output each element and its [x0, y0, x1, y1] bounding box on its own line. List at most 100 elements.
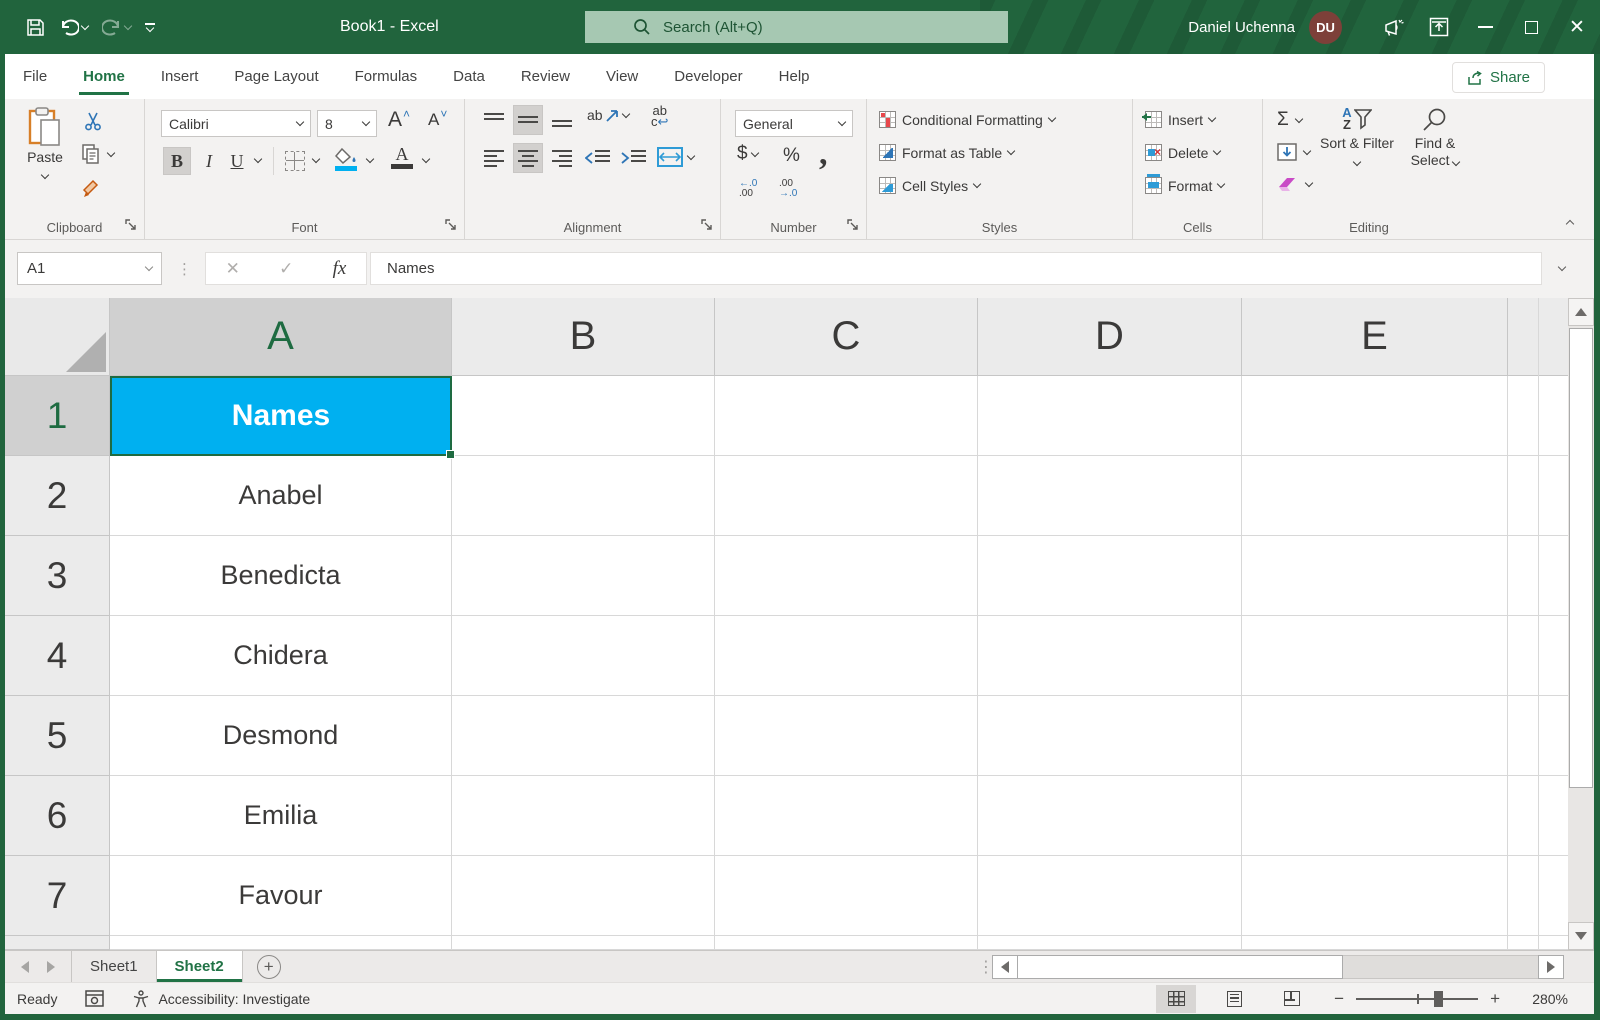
format-cells-button[interactable]: Format: [1145, 177, 1224, 194]
cell-d6[interactable]: [978, 776, 1242, 856]
row-header-7[interactable]: 7: [5, 856, 110, 936]
row-header-8-partial[interactable]: [5, 936, 110, 950]
row-header-1[interactable]: 1: [5, 376, 110, 456]
increase-font-size-button[interactable]: A˄: [388, 108, 410, 132]
increase-decimal-button[interactable]: ←.0 .00: [739, 179, 757, 199]
cell-a5[interactable]: Desmond: [110, 696, 452, 776]
cell-e1[interactable]: [1242, 376, 1508, 456]
column-header-a[interactable]: A: [110, 298, 452, 376]
cell-d3[interactable]: [978, 536, 1242, 616]
cell-b8-partial[interactable]: [452, 936, 715, 950]
feedback-button[interactable]: [1370, 0, 1416, 54]
orientation-button[interactable]: ab: [587, 107, 629, 123]
collapse-ribbon-button[interactable]: [1566, 220, 1574, 228]
cell-b7[interactable]: [452, 856, 715, 936]
fill-dropdown-icon[interactable]: [1303, 146, 1311, 154]
close-button[interactable]: ✕: [1554, 0, 1600, 54]
column-header-c[interactable]: C: [715, 298, 978, 376]
insert-function-button[interactable]: fx: [333, 258, 347, 280]
paste-button[interactable]: Paste: [19, 107, 71, 183]
cancel-button[interactable]: ✕: [226, 259, 240, 279]
scroll-up-button[interactable]: [1568, 298, 1594, 326]
decrease-decimal-button[interactable]: .00 →.0: [779, 179, 797, 199]
tab-insert[interactable]: Insert: [143, 54, 217, 99]
cell-d5[interactable]: [978, 696, 1242, 776]
formula-bar-expand-button[interactable]: [1541, 252, 1583, 285]
merge-center-dropdown-icon[interactable]: [687, 151, 695, 159]
autosum-dropdown-icon[interactable]: [1295, 114, 1303, 122]
zoom-in-button[interactable]: +: [1490, 989, 1500, 1009]
cell-e6[interactable]: [1242, 776, 1508, 856]
zoom-level[interactable]: 280%: [1522, 991, 1568, 1007]
cell-e4[interactable]: [1242, 616, 1508, 696]
cell-d2[interactable]: [978, 456, 1242, 536]
accessibility-status[interactable]: Accessibility: Investigate: [132, 990, 310, 1008]
cell-c4[interactable]: [715, 616, 978, 696]
cell-e8-partial[interactable]: [1242, 936, 1508, 950]
minimize-button[interactable]: [1462, 0, 1508, 54]
font-color-button[interactable]: A: [391, 145, 413, 169]
merge-center-button[interactable]: [657, 147, 694, 167]
font-size-select[interactable]: 8: [317, 110, 377, 137]
find-select-button[interactable]: Find & Select: [1399, 107, 1471, 169]
enter-button[interactable]: ✓: [279, 259, 293, 279]
cell-a6[interactable]: Emilia: [110, 776, 452, 856]
increase-indent-button[interactable]: [621, 149, 647, 167]
cell-a1-selected[interactable]: Names: [110, 376, 452, 456]
tab-developer[interactable]: Developer: [656, 54, 760, 99]
tab-review[interactable]: Review: [503, 54, 588, 99]
cell-e2[interactable]: [1242, 456, 1508, 536]
tab-file[interactable]: File: [5, 54, 65, 99]
center-button[interactable]: [513, 143, 543, 173]
tab-help[interactable]: Help: [761, 54, 828, 99]
decrease-indent-button[interactable]: [585, 149, 611, 167]
row-header-2[interactable]: 2: [5, 456, 110, 536]
view-normal-button[interactable]: [1156, 985, 1196, 1013]
conditional-formatting-button[interactable]: Conditional Formatting: [879, 111, 1055, 128]
row-header-6[interactable]: 6: [5, 776, 110, 856]
cell-d1[interactable]: [978, 376, 1242, 456]
align-left-button[interactable]: [483, 149, 505, 167]
underline-dropdown-icon[interactable]: [254, 155, 262, 163]
copy-dropdown-icon[interactable]: [107, 148, 115, 156]
avatar[interactable]: DU: [1309, 11, 1342, 44]
user-name[interactable]: Daniel Uchenna: [1188, 19, 1295, 36]
bottom-align-button[interactable]: [551, 111, 573, 129]
accounting-dropdown-icon[interactable]: [750, 148, 758, 156]
zoom-out-button[interactable]: −: [1334, 989, 1344, 1009]
cell-a4[interactable]: Chidera: [110, 616, 452, 696]
cell-b1[interactable]: [452, 376, 715, 456]
wrap-text-button[interactable]: ab c↩: [651, 105, 668, 127]
format-painter-button[interactable]: [81, 177, 103, 199]
clear-dropdown-icon[interactable]: [1305, 178, 1313, 186]
font-dialog-launcher[interactable]: [445, 219, 459, 233]
underline-button[interactable]: U: [225, 147, 249, 175]
cell-e5[interactable]: [1242, 696, 1508, 776]
cell-b6[interactable]: [452, 776, 715, 856]
cell-a2[interactable]: Anabel: [110, 456, 452, 536]
paste-dropdown-icon[interactable]: [41, 171, 49, 179]
horizontal-scrollbar[interactable]: [992, 955, 1564, 979]
cell-e3[interactable]: [1242, 536, 1508, 616]
sheet-tab-sheet2[interactable]: Sheet2: [157, 951, 243, 982]
sheet-tab-sheet1[interactable]: Sheet1: [72, 951, 157, 982]
decrease-font-size-button[interactable]: A˅: [428, 110, 447, 130]
scroll-down-button[interactable]: [1568, 922, 1594, 950]
comma-style-button[interactable]: ,: [819, 135, 828, 173]
redo-button[interactable]: [102, 18, 131, 36]
cell-e7[interactable]: [1242, 856, 1508, 936]
cell-b2[interactable]: [452, 456, 715, 536]
row-header-3[interactable]: 3: [5, 536, 110, 616]
customize-qat-button[interactable]: [145, 23, 155, 31]
tab-page-layout[interactable]: Page Layout: [216, 54, 336, 99]
column-header-d[interactable]: D: [978, 298, 1242, 376]
bold-button[interactable]: B: [163, 147, 191, 175]
redo-dropdown-icon[interactable]: [124, 21, 132, 29]
scroll-left-button[interactable]: [992, 955, 1018, 979]
next-sheet-button[interactable]: [47, 961, 55, 973]
cell-d8-partial[interactable]: [978, 936, 1242, 950]
cell-c8-partial[interactable]: [715, 936, 978, 950]
align-right-button[interactable]: [551, 149, 573, 167]
accounting-format-button[interactable]: $: [737, 143, 758, 165]
number-format-select[interactable]: General: [735, 110, 853, 137]
